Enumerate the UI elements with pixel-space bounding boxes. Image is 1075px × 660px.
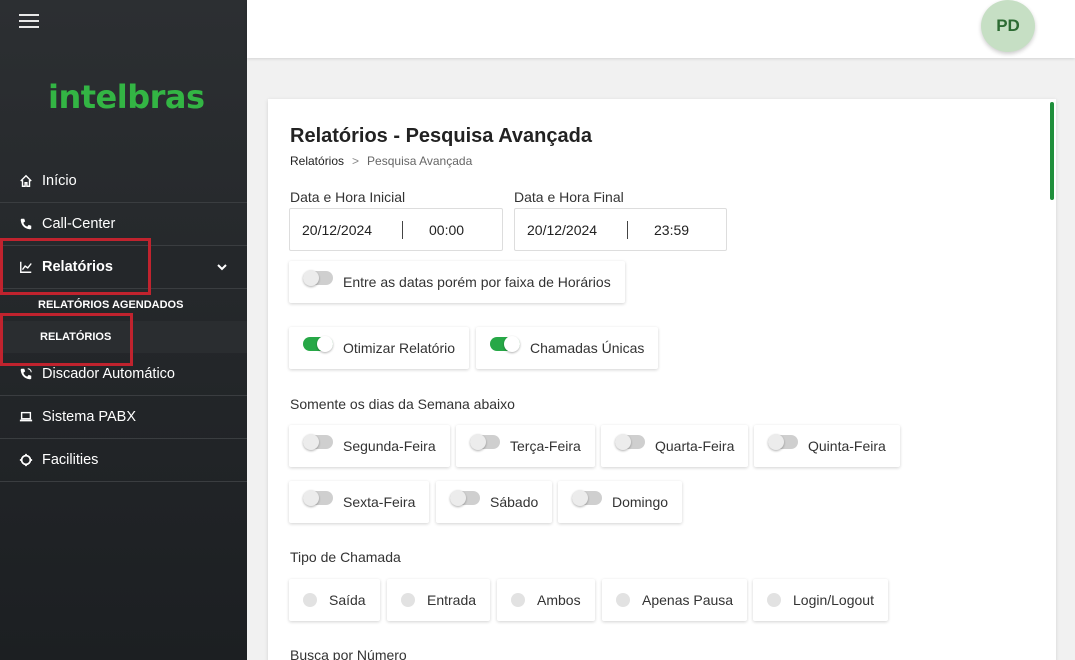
sidebar-item-facilities[interactable]: Facilities bbox=[0, 439, 247, 482]
radio-button[interactable] bbox=[767, 593, 781, 607]
sidebar-nav: Início Call-Center Relatórios RELATÓRIOS… bbox=[0, 160, 247, 482]
radio-button[interactable] bbox=[511, 593, 525, 607]
end-datetime-field: 20/12/2024 23:59 bbox=[514, 208, 727, 251]
sidebar-item-label: Sistema PABX bbox=[42, 409, 137, 425]
menu-icon[interactable] bbox=[19, 13, 39, 29]
sidebar-item-label: Facilities bbox=[42, 452, 99, 468]
toggle-label: Sábado bbox=[490, 494, 539, 510]
sidebar-item-sistema-pabx[interactable]: Sistema PABX bbox=[0, 396, 247, 439]
toggle-switch[interactable] bbox=[450, 490, 480, 506]
page-title: Relatórios - Pesquisa Avançada bbox=[290, 125, 592, 147]
toggle-switch[interactable] bbox=[303, 336, 333, 352]
avatar[interactable]: PD bbox=[981, 0, 1035, 52]
weekday-toggle-domingo[interactable]: Domingo bbox=[558, 481, 683, 523]
call-type-radio-entrada[interactable]: Entrada bbox=[387, 579, 491, 621]
sidebar-item-label: Call-Center bbox=[42, 216, 116, 232]
laptop-icon bbox=[18, 409, 34, 425]
breadcrumb-separator: > bbox=[352, 154, 360, 168]
radio-button[interactable] bbox=[401, 593, 415, 607]
unique-calls-toggle[interactable]: Chamadas Únicas bbox=[476, 327, 659, 369]
toggle-switch[interactable] bbox=[615, 434, 645, 450]
toggle-switch[interactable] bbox=[303, 434, 333, 450]
toggle-label: Quinta-Feira bbox=[808, 438, 886, 454]
start-time-input[interactable]: 00:00 bbox=[403, 222, 464, 238]
sidebar-item-inicio[interactable]: Início bbox=[0, 160, 247, 203]
call-type-radio-saida[interactable]: Saída bbox=[289, 579, 380, 621]
weekdays-label: Somente os dias da Semana abaixo bbox=[290, 396, 515, 412]
sidebar-item-discador-automatico[interactable]: Discador Automático bbox=[0, 353, 247, 396]
call-type-label: Tipo de Chamada bbox=[290, 549, 401, 565]
radio-label: Apenas Pausa bbox=[642, 592, 734, 608]
toggle-label: Domingo bbox=[612, 494, 669, 510]
toggle-switch[interactable] bbox=[470, 434, 500, 450]
radio-label: Entrada bbox=[427, 592, 477, 608]
start-datetime-label: Data e Hora Inicial bbox=[290, 189, 406, 205]
chart-line-icon bbox=[18, 259, 34, 275]
call-type-radio-apenas-pausa[interactable]: Apenas Pausa bbox=[602, 579, 748, 621]
radio-button[interactable] bbox=[616, 593, 630, 607]
breadcrumb-parent[interactable]: Relatórios bbox=[290, 154, 344, 168]
radio-label: Saída bbox=[329, 592, 366, 608]
toggle-label: Chamadas Únicas bbox=[530, 340, 645, 356]
content-card bbox=[268, 99, 1056, 660]
toggle-label: Segunda-Feira bbox=[343, 438, 436, 454]
toggle-switch[interactable] bbox=[303, 270, 333, 286]
start-date-input[interactable]: 20/12/2024 bbox=[290, 222, 402, 238]
intelbras-logo: intelbras bbox=[48, 78, 205, 116]
time-range-toggle[interactable]: Entre as datas porém por faixa de Horári… bbox=[289, 261, 625, 303]
radio-label: Login/Logout bbox=[793, 592, 874, 608]
toggle-label: Otimizar Relatório bbox=[343, 340, 456, 356]
optimize-report-toggle[interactable]: Otimizar Relatório bbox=[289, 327, 470, 369]
home-icon bbox=[18, 173, 34, 189]
top-bar: PD bbox=[247, 0, 1075, 58]
radio-button[interactable] bbox=[303, 593, 317, 607]
phone-dial-icon bbox=[18, 366, 34, 382]
scrollbar-thumb[interactable] bbox=[1050, 102, 1054, 200]
call-type-radio-ambos[interactable]: Ambos bbox=[497, 579, 595, 621]
phone-icon bbox=[18, 216, 34, 232]
toggle-label: Sexta-Feira bbox=[343, 494, 416, 510]
sidebar-subitem-label: RELATÓRIOS AGENDADOS bbox=[38, 299, 184, 311]
weekday-toggle-terca[interactable]: Terça-Feira bbox=[456, 425, 595, 467]
sidebar-item-call-center[interactable]: Call-Center bbox=[0, 203, 247, 246]
breadcrumb: Relatórios > Pesquisa Avançada bbox=[290, 154, 472, 168]
end-date-input[interactable]: 20/12/2024 bbox=[515, 222, 627, 238]
toggle-label: Terça-Feira bbox=[510, 438, 581, 454]
chevron-down-icon bbox=[217, 264, 227, 271]
toggle-switch[interactable] bbox=[572, 490, 602, 506]
radio-label: Ambos bbox=[537, 592, 581, 608]
sidebar-subitem-label: RELATÓRIOS bbox=[40, 331, 112, 343]
sidebar-item-label: Relatórios bbox=[42, 259, 113, 275]
weekday-toggle-quarta[interactable]: Quarta-Feira bbox=[601, 425, 749, 467]
toggle-label: Quarta-Feira bbox=[655, 438, 735, 454]
weekday-toggle-segunda[interactable]: Segunda-Feira bbox=[289, 425, 450, 467]
search-number-label: Busca por Número bbox=[290, 647, 407, 660]
weekday-toggle-sexta[interactable]: Sexta-Feira bbox=[289, 481, 430, 523]
breadcrumb-current: Pesquisa Avançada bbox=[367, 154, 473, 168]
sidebar-item-label: Início bbox=[42, 173, 77, 189]
sidebar-subitem-relatorios-agendados[interactable]: RELATÓRIOS AGENDADOS bbox=[0, 289, 247, 321]
end-time-input[interactable]: 23:59 bbox=[628, 222, 689, 238]
weekday-toggle-sabado[interactable]: Sábado bbox=[436, 481, 553, 523]
start-datetime-field: 20/12/2024 00:00 bbox=[289, 208, 503, 251]
toggle-switch[interactable] bbox=[303, 490, 333, 506]
target-icon bbox=[18, 452, 34, 468]
sidebar-item-relatorios[interactable]: Relatórios bbox=[0, 246, 247, 289]
sidebar-subitem-relatorios[interactable]: RELATÓRIOS bbox=[0, 321, 247, 353]
weekday-toggle-quinta[interactable]: Quinta-Feira bbox=[754, 425, 900, 467]
sidebar: intelbras Início Call-Center Relatórios … bbox=[0, 0, 247, 660]
call-type-radio-login-logout[interactable]: Login/Logout bbox=[753, 579, 888, 621]
toggle-switch[interactable] bbox=[490, 336, 520, 352]
sidebar-item-label: Discador Automático bbox=[42, 366, 175, 382]
toggle-label: Entre as datas porém por faixa de Horári… bbox=[343, 274, 611, 290]
toggle-switch[interactable] bbox=[768, 434, 798, 450]
end-datetime-label: Data e Hora Final bbox=[514, 189, 624, 205]
